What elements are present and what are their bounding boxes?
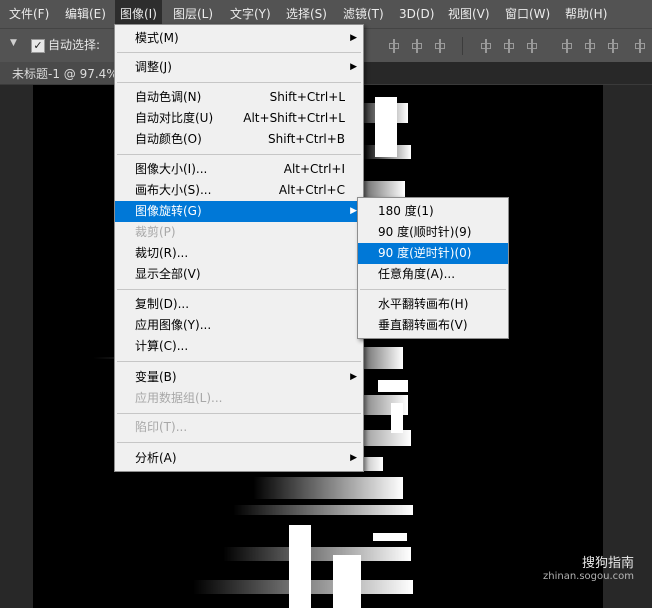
menu-item-reveal-all[interactable]: 显示全部(V)	[115, 264, 363, 285]
submenu-arrow-icon: ▶	[350, 62, 357, 72]
menu-separator	[117, 154, 361, 155]
rotation-item-90-counterclockwise[interactable]: 90 度(逆时针)(0)	[358, 243, 508, 264]
menu-item-trap[interactable]: 陷印(T)...	[115, 417, 363, 438]
art-streak	[193, 580, 413, 594]
menu-item-canvas-size[interactable]: 画布大小(S)... Alt+Ctrl+C	[115, 180, 363, 201]
menu-item-mode[interactable]: 模式(M) ▶	[115, 28, 363, 49]
distribute-vertical-centers-icon[interactable]	[502, 39, 516, 53]
rotation-item-90-clockwise[interactable]: 90 度(顺时针)(9)	[358, 222, 508, 243]
image-rotation-submenu: 180 度(1) 90 度(顺时针)(9) 90 度(逆时针)(0) 任意角度(…	[357, 197, 509, 339]
art-stroke	[391, 403, 403, 433]
menu-item-crop[interactable]: 裁剪(P)	[115, 222, 363, 243]
art-stroke	[373, 533, 407, 541]
document-tab[interactable]: 未标题-1 @ 97.4%	[0, 62, 119, 84]
align-right-edges-icon[interactable]	[433, 39, 447, 53]
menu-separator	[117, 361, 361, 362]
menu-help[interactable]: 帮助(H)	[560, 0, 612, 28]
auto-select-checkbox[interactable]: ✓	[31, 39, 45, 53]
menu-item-auto-tone[interactable]: 自动色调(N) Shift+Ctrl+L	[115, 87, 363, 108]
rotation-item-flip-vertical[interactable]: 垂直翻转画布(V)	[358, 315, 508, 336]
menu-item-apply-image[interactable]: 应用图像(Y)...	[115, 315, 363, 336]
menu-separator	[117, 289, 361, 290]
distribute-right-edges-icon[interactable]	[606, 39, 620, 53]
menu-separator	[360, 289, 506, 290]
watermark-logo: 搜狗指南	[581, 556, 634, 571]
watermark: 搜狗指南 zhinan.sogou.com	[543, 552, 634, 582]
distribute-left-edges-icon[interactable]	[560, 39, 574, 53]
menu-item-auto-color[interactable]: 自动颜色(O) Shift+Ctrl+B	[115, 129, 363, 150]
menu-separator	[117, 442, 361, 443]
rotation-item-180[interactable]: 180 度(1)	[358, 201, 508, 222]
art-streak	[363, 145, 411, 159]
menu-3d[interactable]: 3D(D)	[394, 0, 439, 28]
menu-item-trim[interactable]: 裁切(R)...	[115, 243, 363, 264]
menu-item-image-size[interactable]: 图像大小(I)... Alt+Ctrl+I	[115, 159, 363, 180]
align-horizontal-centers-icon[interactable]	[410, 39, 424, 53]
menu-item-duplicate[interactable]: 复制(D)...	[115, 294, 363, 315]
menu-item-apply-data-set[interactable]: 应用数据组(L)...	[115, 388, 363, 409]
submenu-arrow-icon: ▶	[350, 206, 357, 216]
art-streak	[253, 477, 403, 499]
menu-view[interactable]: 视图(V)	[443, 0, 495, 28]
menu-item-analysis[interactable]: 分析(A) ▶	[115, 448, 363, 469]
art-streak	[223, 547, 411, 561]
align-left-edges-icon[interactable]	[387, 39, 401, 53]
submenu-arrow-icon: ▶	[350, 453, 357, 463]
image-menu-dropdown: 模式(M) ▶ 调整(J) ▶ 自动色调(N) Shift+Ctrl+L 自动对…	[114, 24, 364, 472]
distribute-top-edges-icon[interactable]	[479, 39, 493, 53]
auto-select-label: 自动选择:	[48, 38, 101, 52]
menu-file[interactable]: 文件(F)	[4, 0, 54, 28]
menu-item-image-rotation[interactable]: 图像旋转(G) ▶	[115, 201, 363, 222]
submenu-arrow-icon: ▶	[350, 372, 357, 382]
menu-separator	[117, 82, 361, 83]
art-stroke	[378, 380, 408, 392]
menu-separator	[117, 52, 361, 53]
document-tab-title: 未标题-1 @ 97.4%	[12, 67, 118, 81]
distribute-horizontal-centers-icon[interactable]	[583, 39, 597, 53]
options-divider	[462, 37, 463, 55]
menu-item-calculations[interactable]: 计算(C)...	[115, 336, 363, 357]
rotation-item-flip-horizontal[interactable]: 水平翻转画布(H)	[358, 294, 508, 315]
auto-align-layers-icon[interactable]	[633, 39, 647, 53]
menu-window[interactable]: 窗口(W)	[500, 0, 555, 28]
submenu-arrow-icon: ▶	[350, 33, 357, 43]
menu-edit[interactable]: 编辑(E)	[60, 0, 111, 28]
menu-item-auto-contrast[interactable]: 自动对比度(U) Alt+Shift+Ctrl+L	[115, 108, 363, 129]
art-streak	[233, 505, 413, 515]
menu-separator	[117, 413, 361, 414]
rotation-item-arbitrary[interactable]: 任意角度(A)...	[358, 264, 508, 285]
art-stroke	[289, 525, 311, 608]
menu-item-adjust[interactable]: 调整(J) ▶	[115, 57, 363, 78]
tool-preset-chevron-down-icon[interactable]: ▼	[10, 38, 17, 48]
distribute-bottom-edges-icon[interactable]	[525, 39, 539, 53]
menu-item-variables[interactable]: 变量(B) ▶	[115, 367, 363, 388]
watermark-url: zhinan.sogou.com	[542, 571, 634, 582]
